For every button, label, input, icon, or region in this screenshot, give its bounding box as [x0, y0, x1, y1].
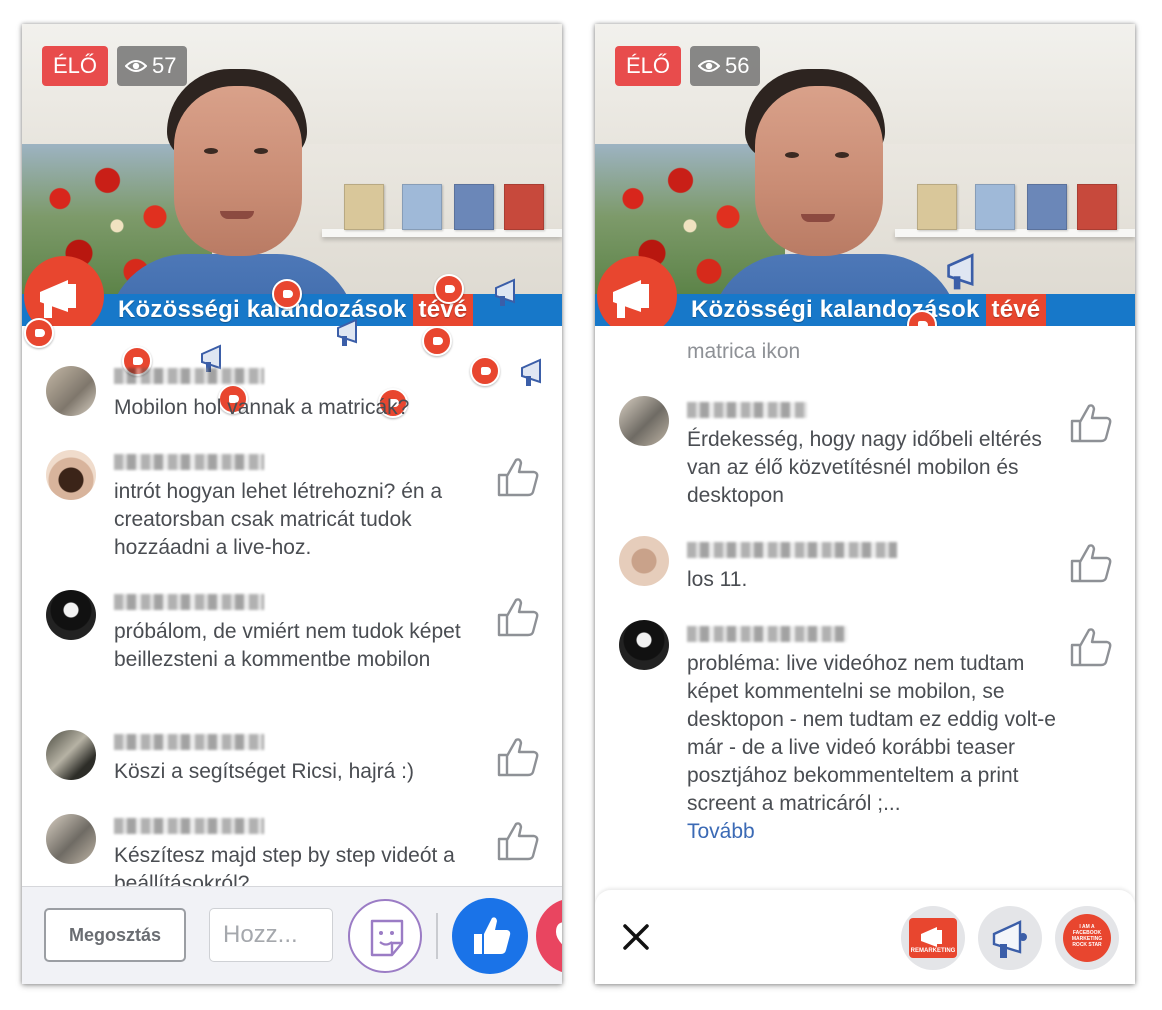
commenter-name[interactable]: [114, 454, 264, 470]
avatar[interactable]: [619, 620, 669, 670]
comment-body: probléma: live videóhoz nem tudtam képet…: [687, 652, 1056, 815]
live-badge: ÉLŐ: [615, 46, 682, 86]
banner-title: Közösségi kalandozások tévé: [691, 294, 1047, 326]
mouth: [801, 214, 835, 222]
avatar[interactable]: [46, 814, 96, 864]
banner-suffix: tévé: [985, 294, 1047, 326]
book-cover: [1077, 184, 1117, 230]
megaphone-icon: [992, 920, 1027, 958]
rock-star-sticker[interactable]: I AM A FACEBOOK MARKETING ROCK STAR: [1055, 906, 1119, 970]
floating-sticker: [470, 356, 500, 386]
live-video-screen-left: Közösségi kalandozások tévé ÉLŐ 57 Mobil…: [22, 24, 562, 984]
sticker-picker-bar: REMARKETING I AM A FACEBOOK MARKETING RO…: [595, 890, 1135, 984]
commenter-name[interactable]: [114, 818, 264, 834]
book-cover: [344, 184, 384, 230]
commenter-name[interactable]: [687, 402, 807, 418]
sticker-icon: [370, 919, 404, 957]
love-reaction-button[interactable]: [536, 898, 562, 974]
megaphone-logo-icon: [24, 256, 104, 326]
commenter-name[interactable]: [114, 734, 264, 750]
viewer-count: 56: [725, 53, 750, 78]
avatar[interactable]: [46, 450, 96, 500]
book-shelf: [322, 229, 562, 237]
like-icon[interactable]: [1069, 402, 1113, 444]
banner-title-text: Közösségi kalandozások: [691, 296, 980, 323]
eye: [204, 148, 218, 154]
floating-sticker: [24, 318, 54, 348]
like-icon[interactable]: [1069, 542, 1113, 584]
commenter-name[interactable]: [114, 594, 264, 610]
book-cover: [917, 184, 957, 230]
eye-icon: [698, 60, 720, 72]
commenter-name[interactable]: [114, 368, 264, 384]
megaphone-logo-icon: [597, 256, 677, 326]
megaphone-sticker-icon: [947, 253, 974, 290]
floating-sticker: [434, 274, 464, 304]
avatar[interactable]: [619, 396, 669, 446]
see-more-link[interactable]: Tovább: [687, 820, 755, 843]
commenter-name[interactable]: [687, 626, 847, 642]
eye: [835, 152, 849, 158]
thumbs-up-icon: [474, 917, 511, 954]
book-shelf: [895, 229, 1135, 237]
share-button[interactable]: Megosztás: [44, 908, 186, 962]
megaphone-sticker-icon: [337, 318, 357, 346]
close-icon[interactable]: [619, 920, 653, 954]
live-badge: ÉLŐ: [42, 46, 109, 86]
comment-text: Érdekesség, hogy nagy időbeli eltérés va…: [687, 428, 1042, 507]
viewer-count-badge: 56: [690, 46, 761, 86]
sticker-button[interactable]: [348, 899, 422, 973]
megaphone-sticker[interactable]: [978, 906, 1042, 970]
avatar[interactable]: [46, 730, 96, 780]
avatar[interactable]: [46, 590, 96, 640]
presenter-face: [755, 86, 883, 256]
avatar[interactable]: [619, 536, 669, 586]
like-icon[interactable]: [496, 456, 540, 498]
comment-text: intrót hogyan lehet létrehozni? én a cre…: [114, 480, 443, 559]
comment-text: Köszi a segítséget Ricsi, hajrá :): [114, 760, 414, 783]
book-cover: [402, 184, 442, 230]
like-icon[interactable]: [1069, 626, 1113, 668]
sticker-label: I AM A FACEBOOK MARKETING ROCK STAR: [1071, 924, 1103, 948]
presenter-face: [174, 86, 302, 256]
megaphone-sticker-icon: [495, 278, 515, 306]
comment-text: los 11.: [687, 568, 748, 591]
megaphone-sticker-icon: [521, 358, 541, 386]
video-player[interactable]: Közösségi kalandozások tévé ÉLŐ 57: [22, 24, 562, 326]
comment-text: Mobilon hol vannak a matricák?: [114, 396, 410, 419]
floating-sticker: [422, 326, 452, 356]
like-icon[interactable]: [496, 736, 540, 778]
book-cover: [454, 184, 494, 230]
heart-icon: [556, 922, 562, 945]
comment-input[interactable]: Hozz...: [209, 908, 333, 962]
floating-sticker: [272, 279, 302, 309]
comment-text: probléma: live videóhoz nem tudtam képet…: [687, 650, 1067, 846]
live-video-screen-right: Közösségi kalandozások tévé ÉLŐ 56 matric…: [595, 24, 1135, 984]
avatar[interactable]: [46, 366, 96, 416]
eye: [254, 148, 268, 154]
mouth: [220, 211, 254, 219]
comment-text: próbálom, de vmiért nem tudok képet beil…: [114, 620, 461, 671]
like-icon[interactable]: [496, 596, 540, 638]
book-cover: [504, 184, 544, 230]
viewer-count: 57: [152, 53, 177, 78]
commenter-name[interactable]: [687, 542, 897, 558]
eye: [785, 152, 799, 158]
like-reaction-button[interactable]: [452, 898, 528, 974]
comment-action-bar: Megosztás Hozz...: [22, 886, 562, 984]
viewer-count-badge: 57: [117, 46, 188, 86]
video-player[interactable]: Közösségi kalandozások tévé ÉLŐ 56: [595, 24, 1135, 326]
partial-comment-text: matrica ikon: [687, 340, 801, 363]
like-icon[interactable]: [496, 820, 540, 862]
sticker-label: REMARKETING: [910, 948, 956, 954]
eye-icon: [125, 60, 147, 72]
book-cover: [975, 184, 1015, 230]
remarketing-sticker[interactable]: REMARKETING: [901, 906, 965, 970]
megaphone-icon: [909, 918, 957, 958]
divider: [436, 913, 438, 959]
book-cover: [1027, 184, 1067, 230]
